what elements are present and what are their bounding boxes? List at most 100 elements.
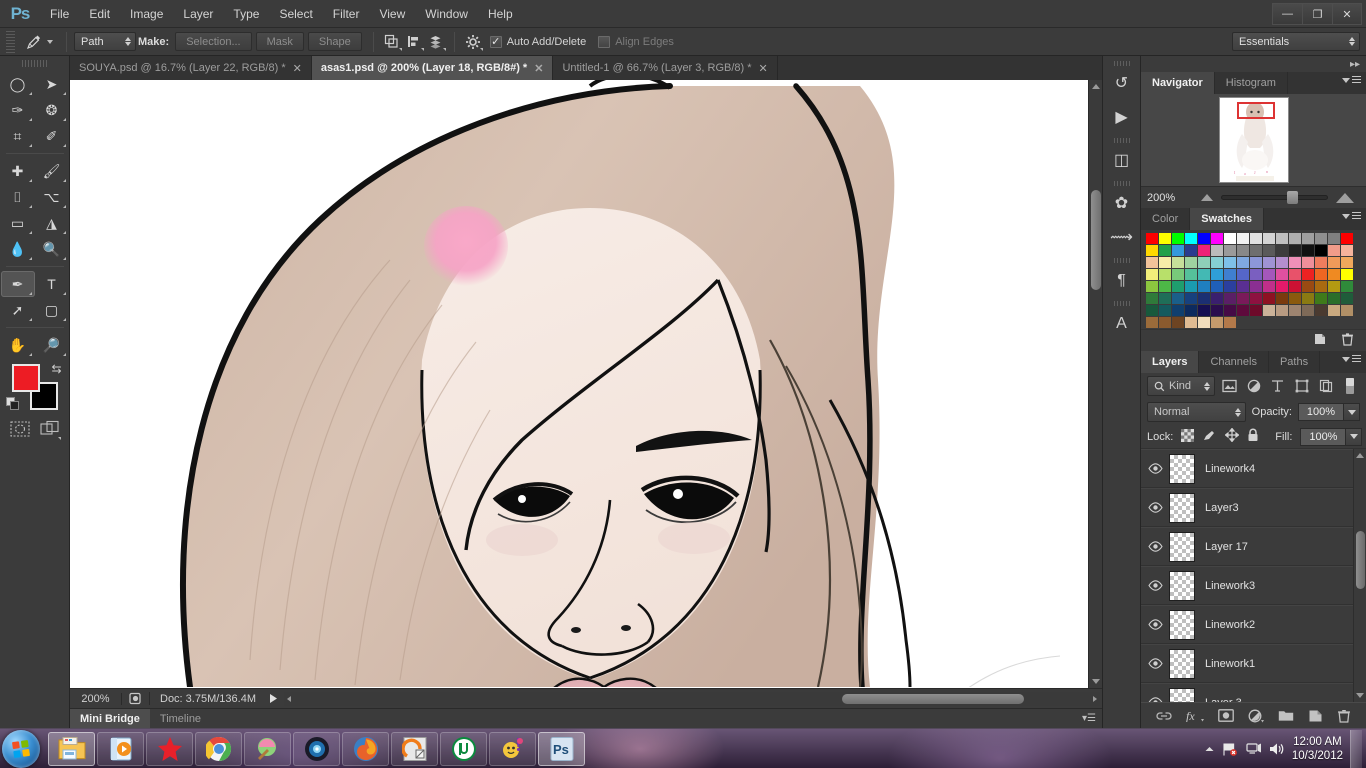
dock-group-grip[interactable] — [1113, 181, 1130, 186]
filter-pixel-layers-icon[interactable] — [1220, 376, 1239, 396]
layer-visibility-eye-icon[interactable] — [1141, 619, 1169, 630]
color-swatch[interactable] — [1224, 305, 1237, 317]
document-profile-icon[interactable] — [122, 692, 150, 705]
color-swatch[interactable] — [1315, 245, 1328, 257]
navigator-panel-menu-icon[interactable] — [1342, 76, 1361, 84]
layers-scroll-up-icon[interactable] — [1356, 453, 1364, 458]
navigator-zoom-value[interactable]: 200% — [1141, 192, 1201, 204]
action-center-flag-icon[interactable] — [1222, 742, 1239, 757]
color-swatch[interactable] — [1289, 293, 1302, 305]
tools-panel-grip[interactable] — [21, 60, 48, 67]
navigator-zoom-slider[interactable] — [1221, 191, 1328, 204]
zoom-out-icon[interactable] — [1201, 194, 1213, 201]
filter-type-layers-icon[interactable] — [1268, 376, 1287, 396]
color-swatch[interactable] — [1263, 305, 1276, 317]
taskbar-windows-explorer[interactable] — [48, 731, 95, 766]
taskbar-paint-app[interactable] — [244, 731, 291, 766]
color-swatch[interactable] — [1146, 233, 1159, 245]
taskbar-photoshop[interactable]: Ps — [538, 731, 585, 766]
color-swatch[interactable] — [1341, 245, 1354, 257]
swap-colors-icon[interactable]: ⇆ — [51, 362, 61, 376]
layers-panel-menu-icon[interactable] — [1342, 355, 1361, 363]
menu-item-image[interactable]: Image — [120, 1, 173, 27]
menu-item-view[interactable]: View — [369, 1, 415, 27]
zoom-tool[interactable]: 🔎 — [35, 332, 69, 358]
color-swatch[interactable] — [1276, 305, 1289, 317]
swatches-grid[interactable] — [1141, 230, 1366, 329]
color-swatch[interactable] — [1237, 305, 1250, 317]
make-mask-button[interactable]: Mask — [255, 32, 304, 51]
bottom-tab-mini-bridge[interactable]: Mini Bridge — [70, 708, 150, 729]
options-bar-grip[interactable] — [6, 30, 15, 53]
color-swatch[interactable] — [1302, 305, 1315, 317]
color-swatch[interactable] — [1211, 281, 1224, 293]
navigator-view-rectangle[interactable] — [1236, 102, 1275, 119]
color-swatch[interactable] — [1224, 269, 1237, 281]
new-layer-icon[interactable] — [1308, 709, 1323, 723]
panel-tab-histogram[interactable]: Histogram — [1215, 72, 1288, 94]
color-swatch[interactable] — [1276, 233, 1289, 245]
foreground-color-swatch[interactable] — [11, 364, 40, 392]
start-button[interactable] — [2, 729, 40, 768]
path-alignment-icon[interactable] — [403, 31, 425, 53]
color-swatch[interactable] — [1250, 257, 1263, 269]
color-swatch[interactable] — [1315, 269, 1328, 281]
color-swatch[interactable] — [1224, 257, 1237, 269]
layer-row[interactable]: Linework4 — [1141, 449, 1366, 488]
color-swatch[interactable] — [1328, 281, 1341, 293]
taskbar-orange-app[interactable] — [391, 731, 438, 766]
color-swatch[interactable] — [1250, 269, 1263, 281]
color-swatch[interactable] — [1341, 305, 1354, 317]
menu-item-help[interactable]: Help — [478, 1, 523, 27]
layer-thumbnail[interactable] — [1169, 492, 1195, 523]
collapse-panels-icon[interactable]: ▸▸ — [1141, 56, 1366, 72]
link-layers-icon[interactable] — [1156, 710, 1172, 722]
zoom-level-field[interactable]: 200% — [70, 692, 122, 705]
color-swatch[interactable] — [1341, 257, 1354, 269]
color-swatch[interactable] — [1146, 245, 1159, 257]
layer-visibility-eye-icon[interactable] — [1141, 541, 1169, 552]
color-swatch[interactable] — [1185, 245, 1198, 257]
taskbar-blue-orb-app[interactable] — [293, 731, 340, 766]
layer-thumbnail[interactable] — [1169, 531, 1195, 562]
zoom-in-icon[interactable] — [1336, 192, 1354, 203]
color-swatch[interactable] — [1302, 245, 1315, 257]
canvas-horizontal-scrollbar[interactable] — [284, 691, 1100, 706]
color-swatch[interactable] — [1146, 269, 1159, 281]
color-swatch[interactable] — [1146, 257, 1159, 269]
layer-filter-kind-dropdown[interactable]: Kind — [1147, 376, 1215, 396]
color-swatch[interactable] — [1250, 281, 1263, 293]
color-swatch[interactable] — [1146, 305, 1159, 317]
document-tab-close-icon[interactable]: ✕ — [293, 62, 302, 75]
geometry-options-gear-icon[interactable] — [462, 31, 484, 53]
color-swatch[interactable] — [1185, 281, 1198, 293]
auto-add-delete-checkbox[interactable]: Auto Add/Delete — [489, 35, 586, 48]
filter-adjustment-layers-icon[interactable] — [1244, 376, 1263, 396]
make-shape-button[interactable]: Shape — [307, 32, 362, 51]
dock-paragraph-icon[interactable]: ¶ — [1103, 264, 1141, 298]
canvas-horizontal-scroll-thumb[interactable] — [842, 693, 1024, 704]
color-swatch[interactable] — [1198, 269, 1211, 281]
active-tool-preset[interactable] — [19, 30, 59, 54]
move-tool[interactable]: ➤ — [35, 71, 69, 97]
color-swatch[interactable] — [1263, 233, 1276, 245]
layer-visibility-eye-icon[interactable] — [1141, 658, 1169, 669]
panel-tab-swatches[interactable]: Swatches — [1190, 208, 1265, 230]
layers-list[interactable]: Linework4 Layer3 Layer 17 Linework3 Linework… — [1141, 449, 1366, 702]
color-swatch[interactable] — [1224, 233, 1237, 245]
color-swatch[interactable] — [1276, 281, 1289, 293]
quick-selection-tool[interactable]: ❂ — [35, 97, 69, 123]
blend-mode-dropdown[interactable]: Normal — [1147, 402, 1246, 422]
menu-item-select[interactable]: Select — [269, 1, 322, 27]
color-swatch[interactable] — [1289, 305, 1302, 317]
bottom-panel-menu-icon[interactable]: ▾☰ — [1082, 713, 1096, 724]
path-arrangement-icon[interactable] — [425, 31, 447, 53]
layer-visibility-eye-icon[interactable] — [1141, 502, 1169, 513]
default-colors-icon[interactable] — [5, 397, 20, 414]
document-tab[interactable]: asas1.psd @ 200% (Layer 18, RGB/8#) * ✕ — [311, 56, 554, 80]
filter-toggle-icon[interactable] — [1341, 376, 1360, 396]
color-swatch[interactable] — [1198, 257, 1211, 269]
color-swatch[interactable] — [1211, 317, 1224, 329]
fill-chevron-down-icon[interactable] — [1346, 427, 1363, 446]
dock-group-grip[interactable] — [1113, 61, 1130, 66]
